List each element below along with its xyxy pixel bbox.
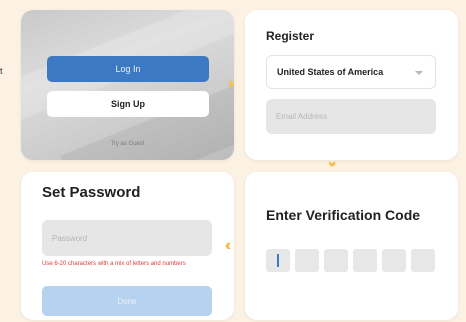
- verification-screen-card: Enter Verification Code: [245, 172, 458, 320]
- chevron-down-icon: [415, 71, 423, 75]
- code-digit-box[interactable]: [382, 249, 406, 272]
- set-password-title: Set Password: [42, 184, 141, 201]
- signup-button[interactable]: Sign Up: [47, 91, 209, 117]
- code-digit-box[interactable]: [266, 249, 290, 272]
- verification-title: Enter Verification Code: [266, 207, 421, 223]
- set-password-screen-card: Set Password Password Use 6-20 character…: [21, 172, 234, 320]
- code-digit-box[interactable]: [324, 249, 348, 272]
- done-button[interactable]: Done: [42, 286, 212, 316]
- register-screen-card: Register United States of America Email …: [245, 10, 458, 160]
- password-field[interactable]: Password: [42, 220, 212, 256]
- edge-text-fragment: t: [0, 66, 3, 76]
- password-hint: Use 6-20 characters with a mix of letter…: [42, 261, 186, 267]
- email-field[interactable]: Email Address: [266, 99, 436, 134]
- login-screen-card: Log In Sign Up Try as Guest: [21, 10, 234, 160]
- country-value: United States of America: [277, 67, 384, 77]
- code-digit-box[interactable]: [295, 249, 319, 272]
- login-button[interactable]: Log In: [47, 56, 209, 82]
- code-digit-box[interactable]: [353, 249, 377, 272]
- register-title: Register: [266, 29, 315, 43]
- code-digit-box[interactable]: [411, 249, 435, 272]
- country-select[interactable]: United States of America: [266, 55, 436, 89]
- verification-code-input[interactable]: [266, 249, 435, 272]
- try-as-guest-link[interactable]: Try as Guest: [21, 141, 234, 147]
